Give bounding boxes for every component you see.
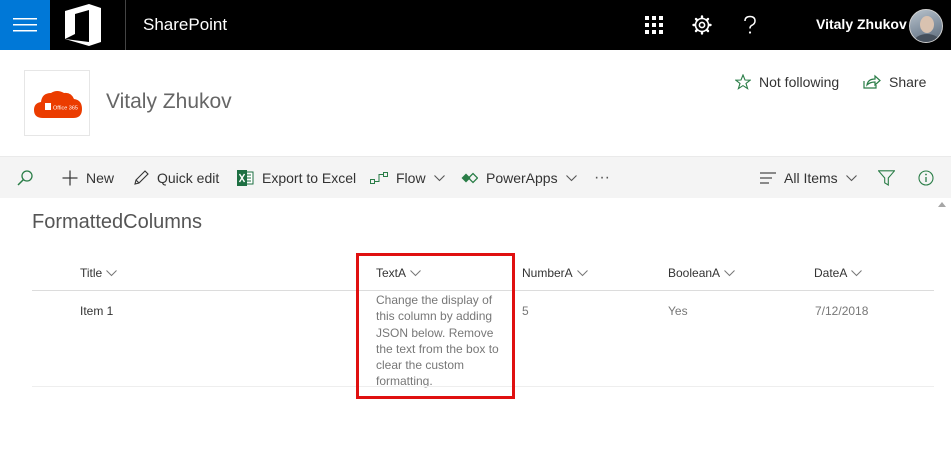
share-icon: [863, 74, 881, 89]
flow-button[interactable]: Flow: [370, 157, 445, 199]
avatar[interactable]: [909, 9, 943, 43]
chevron-down-icon: [851, 269, 863, 276]
pencil-icon: [134, 170, 149, 185]
list-title: FormattedColumns: [32, 211, 203, 233]
powerapps-label: PowerApps: [486, 170, 558, 186]
plus-icon: [62, 170, 78, 186]
app-launcher-button[interactable]: [0, 0, 50, 50]
star-icon: [735, 74, 751, 90]
info-button[interactable]: [918, 157, 942, 199]
chevron-down-icon: [433, 174, 445, 181]
view-label: All Items: [784, 170, 838, 186]
site-logo[interactable]: Office 365: [24, 70, 90, 136]
column-header-booleana[interactable]: BooleanA: [668, 266, 735, 280]
avatar-body: [914, 34, 940, 42]
suite-app-name[interactable]: SharePoint: [143, 15, 227, 35]
column-header-label: DateA: [814, 266, 848, 280]
question-icon: [744, 15, 756, 34]
search-icon: [17, 170, 33, 186]
export-label: Export to Excel: [262, 170, 357, 186]
column-header-numbera[interactable]: NumberA: [522, 266, 588, 280]
column-header-label: BooleanA: [668, 266, 721, 280]
chevron-down-icon: [106, 269, 118, 276]
settings-button[interactable]: [679, 0, 725, 50]
logo-text: Office 365: [53, 106, 78, 112]
scroll-up-arrow[interactable]: [938, 202, 946, 207]
powerapps-icon: [461, 172, 478, 184]
export-excel-button[interactable]: Export to Excel: [237, 157, 356, 199]
filter-icon: [878, 170, 895, 186]
follow-label: Not following: [759, 74, 840, 90]
chevron-down-icon: [565, 174, 577, 181]
share-label: Share: [889, 74, 927, 90]
user-name[interactable]: Vitaly Zhukov: [816, 16, 907, 32]
more-button[interactable]: ···: [594, 157, 610, 199]
command-bar: New Quick edit Export to Excel Flow Powe…: [0, 156, 951, 198]
grid-icon: [645, 16, 663, 34]
highlight-box: [356, 253, 515, 399]
view-selector[interactable]: All Items: [760, 157, 857, 199]
column-header-label: Title: [80, 266, 103, 280]
chevron-down-icon: [576, 269, 588, 276]
apps-button[interactable]: [631, 0, 677, 50]
quick-edit-button[interactable]: Quick edit: [133, 157, 219, 199]
list-view-icon: [760, 172, 776, 184]
new-button[interactable]: New: [62, 157, 114, 199]
help-button[interactable]: [727, 0, 773, 50]
cell-datea: 7/12/2018: [815, 304, 869, 318]
info-icon: [918, 170, 934, 186]
column-header-datea[interactable]: DateA: [814, 266, 863, 280]
column-header-label: NumberA: [522, 266, 573, 280]
flow-label: Flow: [396, 170, 426, 186]
filter-button[interactable]: [878, 157, 903, 199]
search-button[interactable]: [16, 157, 42, 199]
chevron-down-icon: [845, 174, 857, 181]
office-icon: [65, 4, 101, 46]
chevron-down-icon: [724, 269, 735, 276]
site-title[interactable]: Vitaly Zhukov: [106, 90, 232, 114]
cell-booleana: Yes: [668, 304, 688, 318]
office365-cloud-icon: Office 365: [34, 91, 82, 118]
powerapps-button[interactable]: PowerApps: [461, 157, 577, 199]
quick-edit-label: Quick edit: [157, 170, 220, 186]
gear-icon: [692, 15, 712, 35]
excel-icon: [237, 170, 254, 186]
flow-icon: [370, 172, 388, 184]
office-logo[interactable]: [50, 0, 126, 50]
menu-icon: [13, 18, 37, 32]
cell-title[interactable]: Item 1: [80, 304, 113, 318]
suite-bar: SharePoint Vitaly Zhukov: [0, 0, 951, 50]
avatar-face: [920, 16, 934, 33]
column-header-title[interactable]: Title: [80, 266, 118, 280]
cell-numbera: 5: [522, 304, 529, 318]
new-label: New: [86, 170, 115, 186]
scrollbar[interactable]: [934, 198, 951, 466]
follow-button[interactable]: Not following: [735, 72, 839, 92]
share-button[interactable]: Share: [863, 72, 926, 92]
